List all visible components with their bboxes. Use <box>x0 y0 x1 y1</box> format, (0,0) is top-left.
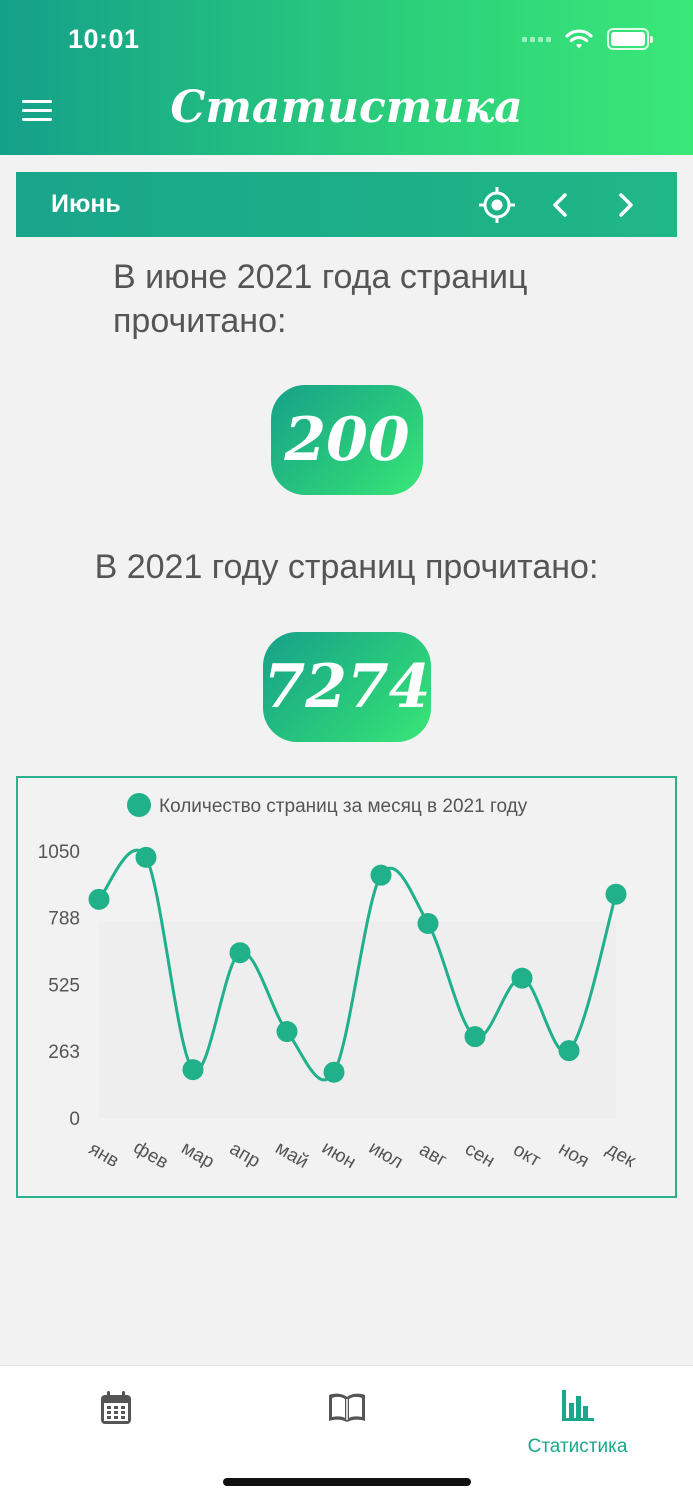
chevron-right-icon <box>619 193 633 217</box>
tab-calendar[interactable] <box>0 1384 231 1454</box>
book-icon <box>328 1393 365 1422</box>
line-chart: Количество страниц за месяц в 2021 году 1… <box>38 793 640 1173</box>
page-title: Статистика <box>170 82 523 133</box>
x-tick-label: янв <box>85 1138 122 1172</box>
x-tick-label: дек <box>603 1139 640 1173</box>
x-tick-label: мар <box>178 1138 218 1173</box>
tab-statistics-label: Статистика <box>527 1436 628 1457</box>
y-tick-label: 0 <box>69 1109 80 1130</box>
month-selector-bar: Июнь <box>16 172 677 237</box>
month-stats-text: В июне 2021 года страниц прочитано: <box>113 258 528 340</box>
data-point <box>182 1059 204 1081</box>
current-month-button[interactable] <box>478 186 516 224</box>
battery-icon <box>607 28 653 50</box>
signal-icon <box>522 36 551 42</box>
data-point <box>558 1040 580 1062</box>
header: 10:01 Статистика <box>0 0 693 155</box>
y-tick-label: 263 <box>48 1042 80 1063</box>
x-tick-label: окт <box>509 1139 544 1171</box>
legend-marker <box>127 793 151 817</box>
plot-area <box>99 921 616 1118</box>
data-point <box>323 1061 345 1083</box>
x-tick-label: июл <box>365 1137 406 1173</box>
month-pages-badge: 200 <box>271 385 423 495</box>
tab-statistics[interactable]: Статистика <box>462 1384 693 1457</box>
x-tick-label: июн <box>318 1137 359 1173</box>
bar-chart-icon <box>561 1390 594 1421</box>
data-point <box>605 883 627 905</box>
x-tick-label: апр <box>226 1138 264 1172</box>
previous-month-button[interactable] <box>542 186 580 224</box>
pages-chart: Количество страниц за месяц в 2021 году 1… <box>16 776 677 1198</box>
y-tick-label: 1050 <box>38 842 80 863</box>
x-tick-label: май <box>272 1138 312 1173</box>
target-icon <box>479 187 515 223</box>
current-month-label: Июнь <box>51 190 121 218</box>
data-point <box>511 967 533 989</box>
y-tick-label: 525 <box>48 976 80 997</box>
data-point <box>88 888 110 910</box>
year-stats-text: В 2021 году страниц прочитано: <box>94 548 599 586</box>
data-point <box>135 846 157 868</box>
calendar-icon <box>100 1391 131 1424</box>
wifi-icon <box>565 29 593 49</box>
x-tick-label: сен <box>461 1139 498 1172</box>
data-point <box>370 864 392 886</box>
x-tick-label: фев <box>130 1137 172 1173</box>
home-indicator <box>223 1478 471 1486</box>
x-tick-label: авг <box>416 1139 450 1171</box>
data-point <box>229 942 251 964</box>
x-tick-label: ноя <box>555 1138 593 1172</box>
year-pages-badge: 7274 <box>263 632 431 742</box>
next-month-button[interactable] <box>606 186 644 224</box>
legend-label: Количество страниц за месяц в 2021 году <box>159 796 528 817</box>
data-point <box>464 1026 486 1048</box>
status-icons <box>522 28 653 50</box>
y-tick-label: 788 <box>48 909 80 930</box>
tab-books[interactable] <box>231 1384 462 1454</box>
chevron-left-icon <box>553 193 567 217</box>
status-time: 10:01 <box>68 24 140 54</box>
data-point <box>276 1021 298 1043</box>
data-point <box>417 912 439 934</box>
